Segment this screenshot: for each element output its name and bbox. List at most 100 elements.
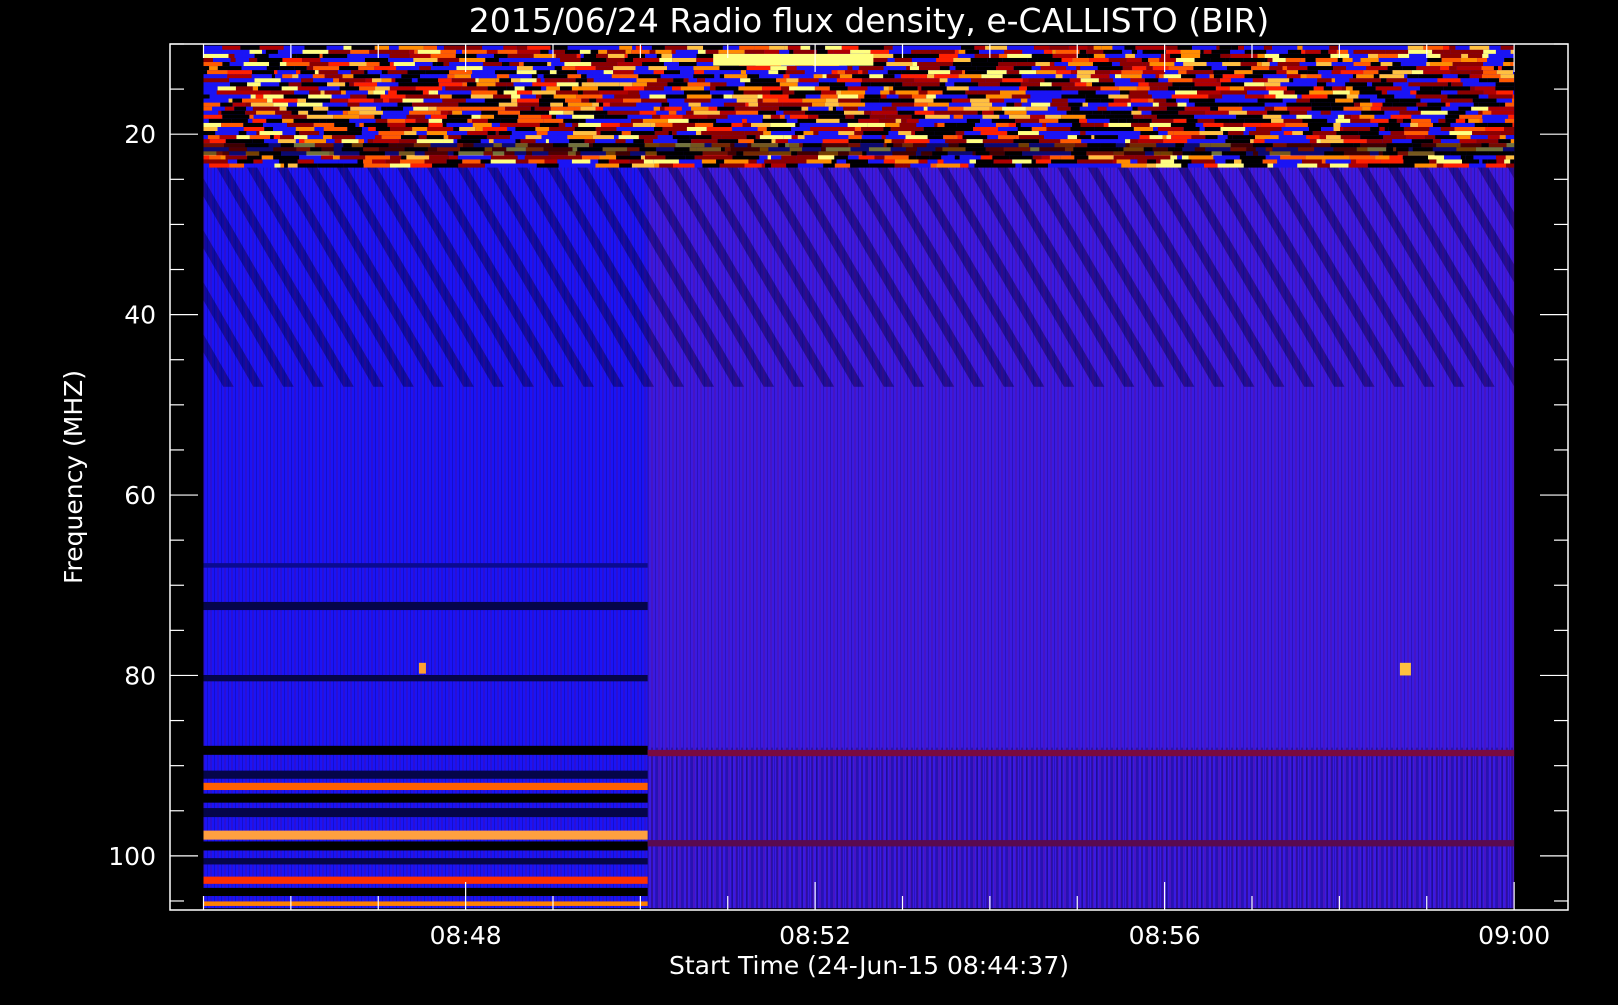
heatmap-cell [1287, 107, 1311, 111]
heatmap-cell [380, 95, 405, 99]
heatmap-cell [1488, 123, 1513, 127]
heatmap-cell [1483, 50, 1496, 54]
heatmap-cell [961, 111, 978, 115]
heatmap-cell [207, 70, 228, 74]
heatmap-cell [1466, 155, 1474, 159]
heatmap-cell [333, 115, 359, 119]
heatmap-cell [1094, 123, 1103, 127]
heatmap-cell [858, 95, 864, 99]
heatmap-cell [1123, 66, 1132, 70]
heatmap-cell [950, 115, 954, 119]
heatmap-cell [1504, 159, 1510, 163]
heatmap-cell [1170, 54, 1181, 58]
heatmap-cell [1188, 164, 1204, 168]
heatmap-cell [284, 164, 288, 168]
heatmap-cell [517, 99, 539, 103]
heatmap-cell [609, 159, 630, 163]
heatmap-cell [1069, 46, 1088, 50]
heatmap-cell [1444, 155, 1461, 159]
heatmap-cell [410, 54, 431, 58]
heatmap-cell [724, 70, 741, 74]
heatmap-cell [959, 74, 982, 78]
heatmap-cell [912, 95, 926, 99]
heatmap-cell [264, 127, 273, 131]
heatmap-cell [368, 90, 373, 94]
heatmap-cell [1265, 103, 1287, 107]
heatmap-cell [1045, 115, 1061, 119]
heatmap-cell [738, 86, 762, 90]
heatmap-cell [826, 99, 838, 103]
heatmap-cell [1153, 127, 1158, 131]
heatmap-cell [389, 46, 399, 50]
heatmap-cell [419, 135, 427, 139]
heatmap-cell [328, 107, 350, 111]
heatmap-cell [1230, 155, 1240, 159]
heatmap-cell [277, 70, 296, 74]
heatmap-cell [1429, 159, 1436, 163]
heatmap-cell [1187, 70, 1214, 74]
heatmap-cell [209, 164, 229, 168]
heatmap-cell [203, 139, 209, 143]
heatmap-cell [1107, 127, 1133, 131]
heatmap-cell [985, 46, 1007, 50]
heatmap-cell [768, 155, 771, 159]
heatmap-cell [1284, 131, 1292, 135]
heatmap-cell [1350, 90, 1360, 94]
heatmap-cell [367, 95, 381, 99]
heatmap-cell [1030, 115, 1045, 119]
heatmap-cell [672, 54, 696, 58]
heatmap-cell [870, 82, 895, 86]
heatmap-cell [537, 78, 541, 82]
heatmap-cell [1267, 58, 1272, 62]
heatmap-cell [765, 164, 771, 168]
heatmap-cell [955, 155, 960, 159]
heatmap-cell [996, 103, 1007, 107]
heatmap-cell [1362, 107, 1371, 111]
heatmap-cell [555, 66, 562, 70]
heatmap-cell [1121, 74, 1142, 78]
heatmap-cell [1303, 46, 1330, 50]
heatmap-cell [1401, 62, 1426, 66]
heatmap-cell [294, 119, 320, 123]
heatmap-cell [1421, 82, 1448, 86]
heatmap-cell [1042, 155, 1050, 159]
heatmap-cell [1336, 131, 1358, 135]
heatmap-line-left [203, 901, 647, 906]
heatmap-cell [237, 159, 253, 163]
heatmap-cell [763, 82, 780, 86]
heatmap-cell [341, 90, 346, 94]
heatmap-cell [1147, 164, 1156, 168]
heatmap-cell [1081, 78, 1099, 82]
heatmap-cell [1343, 58, 1353, 62]
heatmap-cell [662, 103, 670, 107]
heatmap-cell [536, 139, 546, 143]
heatmap-cell [687, 127, 707, 131]
heatmap-cell [1462, 95, 1479, 99]
heatmap-cell [943, 135, 953, 139]
heatmap-cell [663, 164, 673, 168]
heatmap-cell [1282, 127, 1302, 131]
heatmap-cell [412, 78, 418, 82]
heatmap-cell [684, 99, 710, 103]
heatmap-cell [970, 99, 989, 103]
heatmap-cell [483, 127, 507, 131]
heatmap-cell [1245, 119, 1271, 123]
heatmap-cell [1438, 119, 1445, 123]
heatmap-cell [282, 86, 298, 90]
heatmap-cell [1506, 164, 1514, 168]
heatmap-cell [1354, 62, 1371, 66]
heatmap-cell [1301, 74, 1307, 78]
heatmap-cell [836, 107, 843, 111]
heatmap-cell [557, 82, 579, 86]
heatmap-cell [1046, 95, 1062, 99]
heatmap-cell [879, 119, 896, 123]
heatmap-cell [456, 66, 482, 70]
heatmap-cell [431, 54, 456, 58]
heatmap-cell [1481, 66, 1493, 70]
heatmap-cell [983, 139, 1000, 143]
heatmap-cell [940, 82, 946, 86]
heatmap-cell [482, 107, 506, 111]
heatmap-cell [831, 74, 840, 78]
heatmap-cell [1086, 50, 1103, 54]
heatmap-cell [431, 66, 457, 70]
